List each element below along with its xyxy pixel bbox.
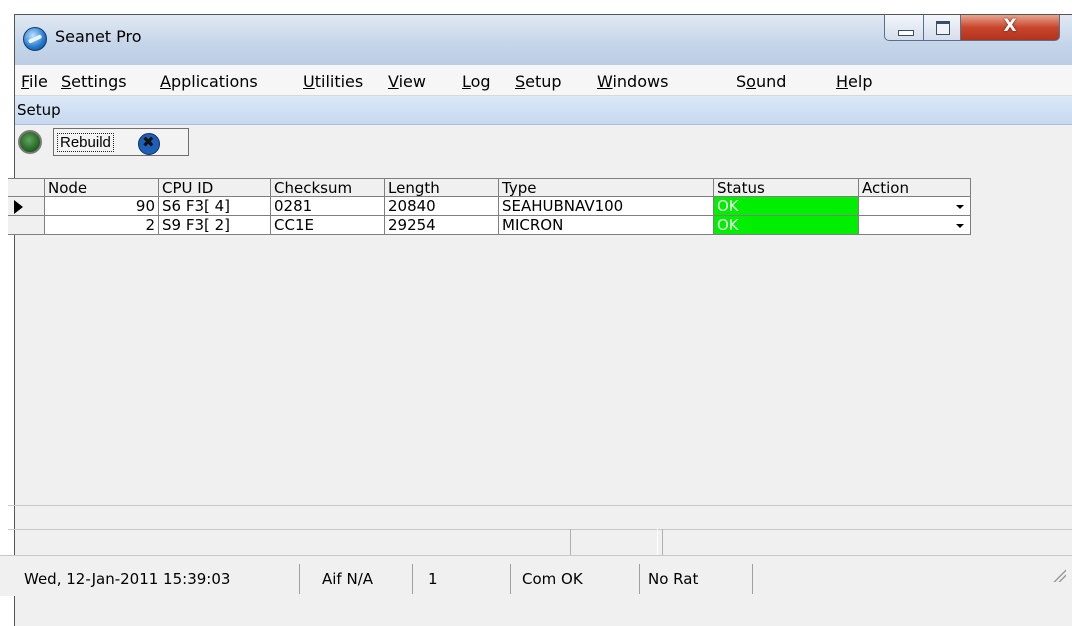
status-datetime: Wed, 12-Jan-2011 15:39:03	[24, 570, 231, 588]
maximize-button[interactable]	[923, 15, 961, 41]
resize-grip-icon[interactable]	[1052, 568, 1066, 582]
rebuild-label: Rebuild	[57, 133, 114, 152]
seanet-app-icon	[23, 27, 47, 51]
status-rat: No Rat	[648, 570, 699, 588]
menu-bar: File Settings Applications Utilities Vie…	[15, 65, 1072, 96]
cell-status[interactable]: OK	[714, 197, 859, 216]
status-divider	[412, 564, 413, 594]
maximize-icon	[936, 21, 950, 35]
action-dropdown[interactable]	[859, 216, 971, 235]
status-led-icon	[18, 130, 42, 154]
menu-settings[interactable]: Settings	[61, 72, 127, 91]
cell-node[interactable]: 2	[45, 216, 159, 235]
status-com: Com OK	[522, 570, 583, 588]
row-selector[interactable]	[8, 197, 45, 216]
column-header-node[interactable]: Node	[45, 178, 159, 197]
rebuild-button[interactable]: Rebuild	[53, 128, 189, 156]
status-aif: Aif N/A	[322, 570, 374, 588]
menu-view[interactable]: View	[388, 72, 426, 91]
divider	[8, 505, 1072, 506]
cell-length[interactable]: 20840	[385, 197, 499, 216]
chevron-down-icon	[956, 224, 964, 228]
status-divider	[299, 564, 300, 594]
minimize-icon	[898, 30, 914, 36]
menu-help[interactable]: Help	[836, 72, 872, 91]
title-bar[interactable]: Seanet Pro X	[15, 15, 1072, 65]
action-dropdown[interactable]	[859, 197, 971, 216]
menu-applications[interactable]: Applications	[160, 72, 258, 91]
status-divider	[510, 564, 511, 594]
column-header-type[interactable]: Type	[499, 178, 714, 197]
toolbar: Rebuild	[15, 125, 1072, 159]
cell-status[interactable]: OK	[714, 216, 859, 235]
menu-setup[interactable]: Setup	[515, 72, 562, 91]
close-icon: X	[1003, 16, 1017, 36]
menu-log[interactable]: Log	[462, 72, 491, 91]
close-button[interactable]: X	[960, 15, 1060, 41]
cell-length[interactable]: 29254	[385, 216, 499, 235]
menu-utilities[interactable]: Utilities	[303, 72, 363, 91]
header-indicator	[8, 178, 45, 197]
chevron-down-icon	[956, 205, 964, 209]
cell-checksum[interactable]: 0281	[271, 197, 385, 216]
minimize-button[interactable]	[884, 15, 924, 41]
status-divider	[752, 564, 753, 594]
setup-panel-header: Setup	[15, 96, 1072, 125]
cell-node[interactable]: 90	[45, 197, 159, 216]
cell-type[interactable]: SEAHUBNAV100	[499, 197, 714, 216]
status-divider	[639, 564, 640, 594]
column-header-checksum[interactable]: Checksum	[271, 178, 385, 197]
menu-windows[interactable]: Windows	[597, 72, 668, 91]
cell-cpu-id[interactable]: S9 F3[ 2]	[159, 216, 271, 235]
window-title: Seanet Pro	[55, 27, 142, 46]
column-header-cpu-id[interactable]: CPU ID	[159, 178, 271, 197]
cell-checksum[interactable]: CC1E	[271, 216, 385, 235]
cell-cpu-id[interactable]: S6 F3[ 4]	[159, 197, 271, 216]
menu-file[interactable]: File	[21, 72, 48, 91]
menu-sound[interactable]: Sound	[736, 72, 786, 91]
info-panel-box	[570, 529, 658, 555]
column-header-action[interactable]: Action	[859, 178, 971, 197]
status-count: 1	[428, 570, 438, 588]
info-panel-box	[662, 529, 1072, 555]
setup-label: Setup	[17, 101, 61, 119]
row-selector[interactable]	[8, 216, 45, 235]
rebuild-icon	[138, 133, 160, 155]
column-header-length[interactable]: Length	[385, 178, 499, 197]
status-bar: Wed, 12-Jan-2011 15:39:03 Aif N/A 1 Com …	[0, 555, 1072, 596]
cell-type[interactable]: MICRON	[499, 216, 714, 235]
current-row-arrow-icon	[14, 200, 23, 214]
column-header-status[interactable]: Status	[714, 178, 859, 197]
